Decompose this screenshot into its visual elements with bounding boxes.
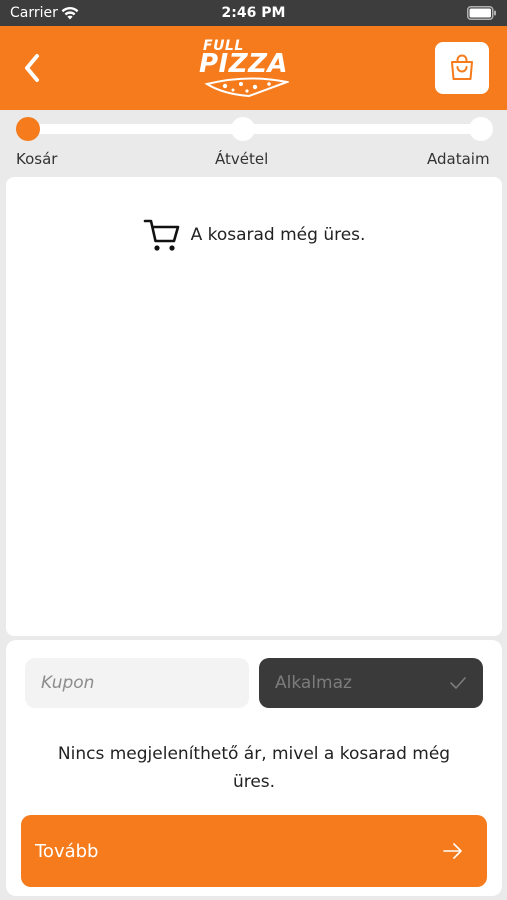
pizza-slice-icon [204,77,289,98]
step-label-details[interactable]: Adataim [427,150,490,168]
step-dot-pickup[interactable] [231,117,255,141]
next-button-label: Tovább [35,840,99,862]
arrow-right-icon [443,843,462,859]
chevron-left-icon [25,54,39,82]
logo-main-text: PIZZA [199,49,289,79]
full-pizza-logo: FULL PIZZA [199,38,299,100]
back-button[interactable] [14,48,50,88]
step-label-cart[interactable]: Kosár [16,150,57,168]
apply-coupon-button[interactable]: Alkalmaz [259,658,483,708]
step-label-pickup[interactable]: Átvétel [215,150,268,168]
coupon-input[interactable] [25,658,249,708]
status-bar: Carrier 2:46 PM [0,0,507,26]
shopping-cart-icon [143,219,179,251]
empty-cart-message: A kosarad még üres. [6,217,502,253]
cart-panel: A kosarad még üres. [6,177,502,636]
checkout-summary-panel: Alkalmaz Nincs megjeleníthető ár, mivel … [6,640,502,896]
price-unavailable-note: Nincs megjeleníthető ár, mivel a kosarad… [57,744,451,792]
cart-bag-button[interactable] [435,42,489,94]
status-time: 2:46 PM [221,5,286,21]
apply-coupon-label: Alkalmaz [275,673,352,693]
next-button[interactable]: Tovább [21,815,487,887]
empty-cart-text: A kosarad még üres. [190,225,366,245]
check-icon [450,677,466,689]
battery-icon [467,6,496,20]
step-dot-details[interactable] [469,117,493,141]
app-header: FULL PIZZA [0,26,507,110]
step-dot-cart[interactable] [16,117,40,141]
shopping-bag-icon [451,54,473,80]
